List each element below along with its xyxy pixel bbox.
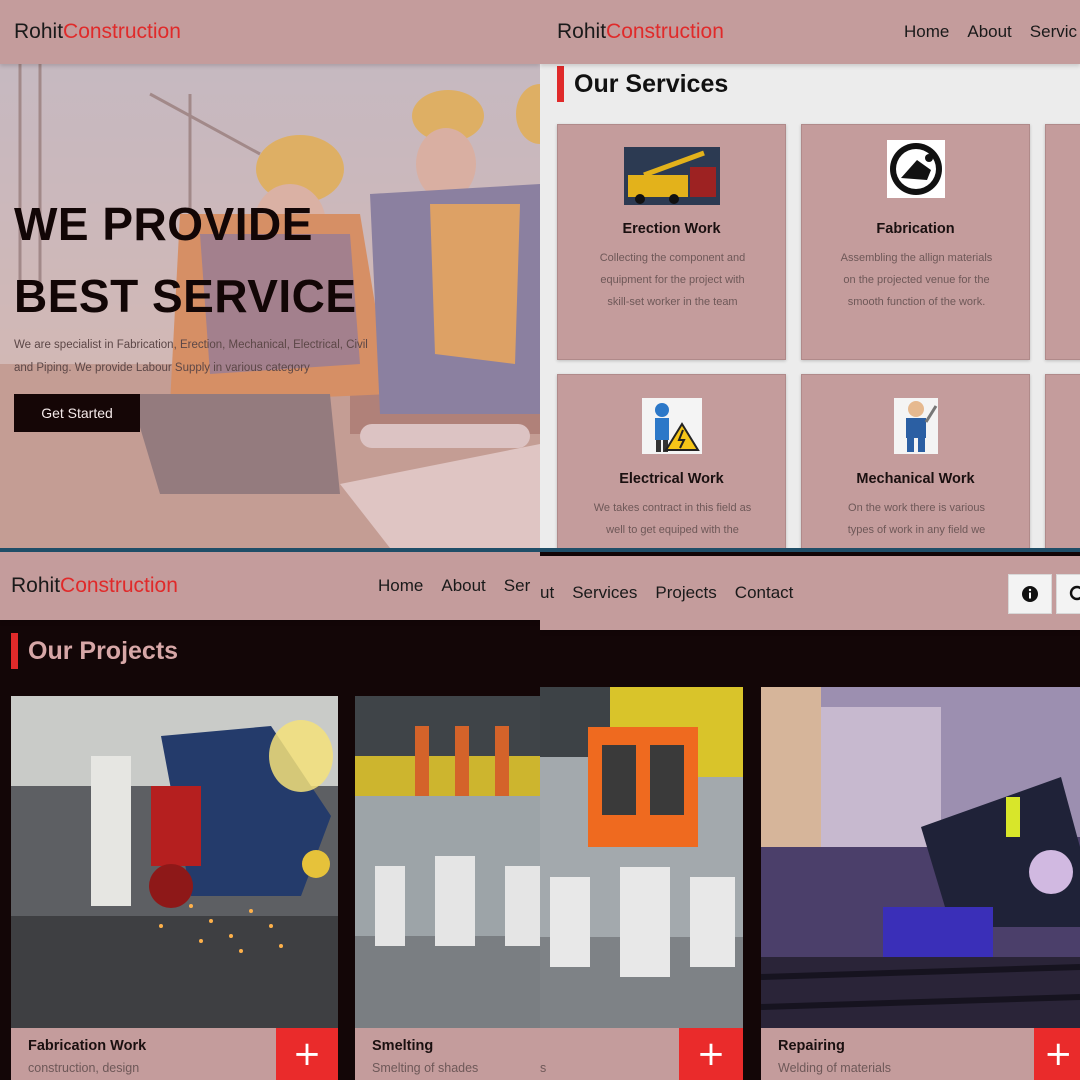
hero-title: WE PROVIDE BEST SERVICE [14,188,357,332]
project-title: Repairing [778,1038,845,1054]
info-button[interactable] [1008,574,1052,614]
smelting-photo-right [540,687,743,1028]
nav-services[interactable]: Services [572,583,637,603]
service-card[interactable]: Erection Work Collecting the component a… [557,124,786,360]
projects-screen-right: ut Services Projects Contact s + Repairi… [540,552,1080,1080]
service-card[interactable]: Electrical Work We takes contract in thi… [557,374,786,548]
service-desc: Collecting the component and equipment f… [582,247,763,313]
section-heading: Our Projects [11,633,178,669]
nav-home[interactable]: Home [904,22,949,42]
desc-line: skill-set worker in the team [607,296,738,308]
project-plus-button[interactable]: + [679,1028,743,1080]
nav-links: Home About Ser [378,552,530,620]
brand-first: Rohit [11,574,61,597]
heading-accent-bar [11,633,18,669]
desc-line: equipment for the project with [600,274,745,286]
project-subtitle: Welding of materials [778,1061,892,1075]
desc-line: On the work there is various [848,502,985,514]
project-plus-button[interactable]: + [1034,1028,1080,1080]
service-title: Erection Work [622,221,721,237]
nav-services[interactable]: Ser [504,576,530,596]
search-button[interactable] [1056,574,1080,614]
section-heading: Our Services [557,66,728,102]
service-card[interactable]: Mechanical Work On the work there is var… [801,374,1030,548]
service-card[interactable]: Fabrication Assembling the allign materi… [801,124,1030,360]
service-card-partial[interactable] [1045,374,1080,548]
desc-line: Assembling the allign materials [840,252,993,264]
project-footer: Repairing Welding of materials + [761,1028,1080,1080]
welder-emblem-icon [886,140,945,198]
project-card[interactable]: s + [540,687,743,1080]
service-card-partial[interactable] [1045,124,1080,360]
project-footer: Smelting Smelting of shades [355,1028,540,1080]
brand-first: Rohit [557,20,607,43]
nav-links: ut Services Projects Contact [540,556,793,630]
services-screen: RohitConstruction Home About Servic Our … [540,0,1080,548]
desc-line: We takes contract in this field as [593,502,752,514]
project-footer: Fabrication Work construction, design + [11,1028,338,1080]
nav-home[interactable]: Home [378,576,423,596]
project-subtitle: Smelting of shades [372,1061,479,1075]
brand-logo[interactable]: RohitConstruction [14,20,181,44]
brand-first: Rohit [14,20,64,43]
hero-screen: RohitConstruction WE PROVIDE BEST SERVIC… [0,0,540,548]
fabrication-photo [11,696,338,1028]
get-started-button[interactable]: Get Started [14,394,140,432]
project-footer: s + [540,1028,743,1080]
service-title: Electrical Work [619,471,724,487]
navbar: RohitConstruction Home About Ser [0,552,540,620]
brand-logo[interactable]: RohitConstruction [11,574,178,598]
desc-line: well to get equiped with the [606,524,739,536]
desc-line: smooth function of the work. [847,296,986,308]
hero-title-line2: BEST SERVICE [14,270,357,322]
project-title: Fabrication Work [28,1038,147,1054]
brand-logo[interactable]: RohitConstruction [557,20,724,44]
mechanic-worker-icon [893,398,938,454]
service-title: Fabrication [876,221,955,237]
heading-accent-bar [557,66,564,102]
projects-title: Our Projects [28,636,179,665]
search-icon [1069,585,1080,601]
info-icon [1022,586,1038,602]
nav-contact[interactable]: Contact [735,583,794,603]
nav-about-partial[interactable]: ut [540,583,554,603]
project-card[interactable]: Repairing Welding of materials + [761,687,1080,1080]
project-card[interactable]: Smelting Smelting of shades [355,696,540,1080]
brand-second: Construction [606,20,724,43]
service-desc: On the work there is various types of wo… [826,497,1007,541]
brand-second: Construction [60,574,178,597]
nav-services[interactable]: Servic [1030,22,1077,42]
desc-line: on the projected venue for the [843,274,990,286]
nav-about[interactable]: About [441,576,485,596]
service-title: Mechanical Work [856,471,975,487]
service-desc: We takes contract in this field as well … [582,497,763,541]
hero-desc-line2: and Piping. We provide Labour Supply in … [14,362,310,374]
services-title: Our Services [574,69,729,98]
repairing-photo [761,687,1080,1028]
nav-links: Home About Servic [904,0,1077,64]
projects-screen-left: RohitConstruction Home About Ser Our Pro… [0,552,540,1080]
desc-line: types of work in any field we [847,524,986,536]
electrician-warning-icon [641,398,702,454]
hero-desc-line1: We are specialist in Fabrication, Erecti… [14,339,368,351]
hero-description: We are specialist in Fabrication, Erecti… [14,334,414,380]
navbar: ut Services Projects Contact [540,556,1080,630]
navbar: RohitConstruction Home About Servic [540,0,1080,64]
desc-line: Collecting the component and [599,252,746,264]
project-subtitle: construction, design [28,1061,140,1075]
service-desc: Assembling the allign materials on the p… [826,247,1007,313]
project-title: Smelting [372,1038,434,1054]
smelting-photo-left [355,696,540,1028]
project-plus-button[interactable]: + [276,1028,338,1080]
project-card[interactable]: Fabrication Work construction, design + [11,696,338,1080]
brand-second: Construction [63,20,181,43]
nav-projects[interactable]: Projects [655,583,716,603]
project-subtitle: s [540,1061,547,1075]
crane-photo-icon [623,147,720,205]
hero-title-line1: WE PROVIDE [14,198,313,250]
navbar: RohitConstruction [0,0,540,64]
nav-about[interactable]: About [967,22,1011,42]
